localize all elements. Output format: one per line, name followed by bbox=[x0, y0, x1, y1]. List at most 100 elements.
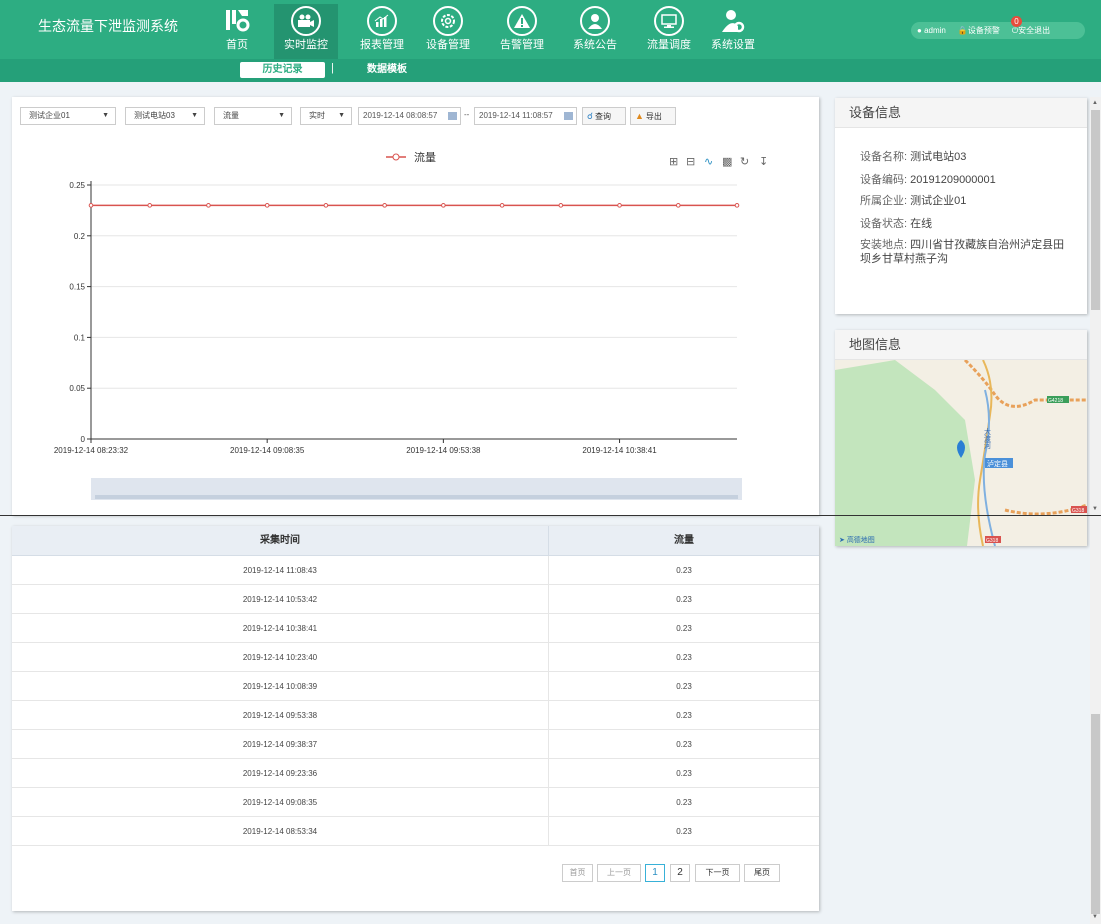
monitor-icon bbox=[654, 6, 684, 36]
cell-flow: 0.23 bbox=[676, 566, 692, 575]
prev-page-button[interactable]: 上一页 bbox=[597, 864, 641, 882]
data-point[interactable] bbox=[617, 203, 622, 208]
chart-panel: 测试企业01 ▼ 测试电站03 ▼ 流量 ▼ 实时 ▼ 2019-12-14 0… bbox=[12, 97, 819, 515]
nav-label-home: 首页 bbox=[226, 39, 248, 51]
alarm-count-badge: 0 bbox=[1011, 16, 1022, 27]
first-page-button[interactable]: 首页 bbox=[562, 864, 593, 882]
scrollbar-thumb-bottom[interactable] bbox=[1091, 714, 1100, 914]
device-code-label: 设备编码: bbox=[860, 174, 908, 186]
nav-item-notice[interactable]: 系统公告 bbox=[563, 4, 627, 59]
data-point[interactable] bbox=[323, 203, 329, 208]
column-header-time[interactable]: 采集时间 bbox=[12, 526, 549, 556]
device-name-value: 测试电站03 bbox=[910, 151, 967, 163]
data-point[interactable] bbox=[499, 203, 505, 208]
table-row: 2019-12-14 09:08:35 0.23 bbox=[12, 788, 819, 817]
alarm-label: 设备预警 bbox=[967, 26, 1000, 35]
data-point[interactable] bbox=[441, 203, 446, 208]
bar-chart-icon[interactable]: ▩ bbox=[722, 156, 732, 168]
sub-nav-bar bbox=[0, 59, 1101, 82]
next-page-button[interactable]: 下一页 bbox=[695, 864, 740, 882]
data-point[interactable] bbox=[206, 203, 211, 208]
tab-data-template[interactable]: 数据模板 bbox=[352, 62, 422, 78]
nav-label-device: 设备管理 bbox=[426, 39, 470, 51]
data-point[interactable] bbox=[558, 203, 564, 208]
nav-item-report[interactable]: 报表管理 bbox=[350, 4, 414, 59]
scroll-down-icon[interactable]: ▼ bbox=[1092, 506, 1098, 512]
data-point[interactable] bbox=[88, 203, 94, 208]
nav-item-alert[interactable]: 告警管理 bbox=[490, 4, 554, 59]
map-panel: 地图信息 大渡河 泸定县 G4218 G318 G318 ➤ 高德地图 bbox=[835, 330, 1087, 546]
page-2-button[interactable]: 2 bbox=[670, 864, 690, 882]
scroll-up-icon[interactable]: ▲ bbox=[1092, 100, 1098, 106]
user-account-button[interactable]: ● admin bbox=[917, 26, 952, 35]
cell-flow: 0.23 bbox=[676, 798, 692, 807]
device-status-row: 设备状态: 在线 bbox=[860, 217, 1075, 231]
camera-icon bbox=[291, 6, 321, 36]
map-provider-logo: ➤ 高德地图 bbox=[839, 535, 875, 544]
nav-item-dispatch[interactable]: 流量调度 bbox=[637, 4, 701, 59]
nav-label-dispatch: 流量调度 bbox=[647, 39, 691, 51]
map-road-label-2: G318 bbox=[1072, 508, 1084, 514]
refresh-icon[interactable]: ↻ bbox=[740, 156, 749, 168]
alarm-button[interactable]: 🔒设备预警 bbox=[958, 25, 1006, 36]
device-status-value: 在线 bbox=[910, 218, 933, 230]
last-page-button[interactable]: 尾页 bbox=[744, 864, 780, 882]
tab-history[interactable]: 历史记录 bbox=[240, 62, 325, 78]
cell-time: 2019-12-14 09:08:35 bbox=[12, 788, 549, 817]
map-view[interactable]: 大渡河 泸定县 G4218 G318 G318 ➤ 高德地图 bbox=[835, 360, 1087, 546]
table-row: 2019-12-14 09:38:37 0.23 bbox=[12, 730, 819, 759]
cell-time: 2019-12-14 10:53:42 bbox=[12, 585, 549, 614]
device-code-row: 设备编码: 20191209000001 bbox=[860, 173, 1075, 187]
data-point[interactable] bbox=[264, 203, 270, 208]
data-point[interactable] bbox=[734, 203, 740, 208]
tab-separator: | bbox=[331, 62, 334, 74]
table-row: 2019-12-14 10:38:41 0.23 bbox=[12, 614, 819, 643]
cell-time: 2019-12-14 08:53:34 bbox=[12, 817, 549, 846]
frame-split-line bbox=[0, 515, 1101, 516]
map-road-label-3: G318 bbox=[986, 538, 998, 544]
column-header-flow[interactable]: 流量 bbox=[549, 526, 819, 556]
device-status-label: 设备状态: bbox=[860, 218, 908, 230]
nav-item-realtime[interactable]: 实时监控 bbox=[274, 4, 338, 59]
data-point[interactable] bbox=[382, 203, 387, 208]
map-road-label-1: G4218 bbox=[1048, 398, 1063, 404]
scrollbar-thumb-top[interactable] bbox=[1091, 110, 1100, 310]
table-row: 2019-12-14 10:23:40 0.23 bbox=[12, 643, 819, 672]
user-icon bbox=[580, 6, 610, 36]
line-chart-icon[interactable]: ∿ bbox=[704, 156, 713, 168]
page-1-button[interactable]: 1 bbox=[645, 864, 665, 882]
device-info-title: 设备信息 bbox=[835, 98, 1087, 128]
zoom-reset-icon[interactable]: ⊟ bbox=[686, 156, 695, 168]
x-tick-label: 2019-12-14 10:38:41 bbox=[582, 446, 657, 455]
download-icon[interactable]: ↧ bbox=[759, 156, 768, 168]
cell-flow: 0.23 bbox=[676, 740, 692, 749]
app-title: 生态流量下泄监测系统 bbox=[38, 18, 178, 34]
cell-flow: 0.23 bbox=[676, 653, 692, 662]
data-point[interactable] bbox=[147, 203, 153, 208]
chart-toolbox: ⊞ ⊟ ∿ ▩ ↻ ↧ bbox=[669, 156, 768, 168]
user-name: admin bbox=[924, 26, 946, 35]
data-point[interactable] bbox=[675, 203, 681, 208]
nav-item-home[interactable]: 首页 bbox=[205, 4, 269, 59]
x-tick-label: 2019-12-14 09:08:35 bbox=[230, 446, 305, 455]
cell-flow: 0.23 bbox=[676, 827, 692, 836]
cell-flow: 0.23 bbox=[676, 769, 692, 778]
map-title: 地图信息 bbox=[835, 330, 1087, 360]
logout-button[interactable]: ⏻安全退出 bbox=[1012, 25, 1056, 36]
nav-item-device[interactable]: 设备管理 bbox=[416, 4, 480, 59]
legend-label[interactable]: 流量 bbox=[414, 150, 436, 164]
cell-time: 2019-12-14 09:53:38 bbox=[12, 701, 549, 730]
user-bar: ● admin 🔒设备预警 ⏻安全退出 bbox=[911, 22, 1085, 39]
nav-item-settings[interactable]: 系统设置 bbox=[701, 4, 765, 59]
cell-flow: 0.23 bbox=[676, 711, 692, 720]
cell-time: 2019-12-14 11:08:43 bbox=[12, 556, 549, 585]
y-tick-label: 0 bbox=[81, 435, 86, 444]
scroll-down-icon-2[interactable]: ▼ bbox=[1092, 914, 1098, 920]
zoom-icon[interactable]: ⊞ bbox=[669, 156, 678, 168]
flow-line-chart: 0 0.05 0.1 0.15 0.2 0.25 2019-12-14 08:23:32 20… bbox=[54, 150, 768, 500]
y-tick-label: 0.05 bbox=[69, 384, 85, 393]
cell-flow: 0.23 bbox=[676, 682, 692, 691]
zoom-slider-handle[interactable] bbox=[95, 495, 738, 499]
table-row: 2019-12-14 10:08:39 0.23 bbox=[12, 672, 819, 701]
nav-label-alert: 告警管理 bbox=[500, 39, 544, 51]
